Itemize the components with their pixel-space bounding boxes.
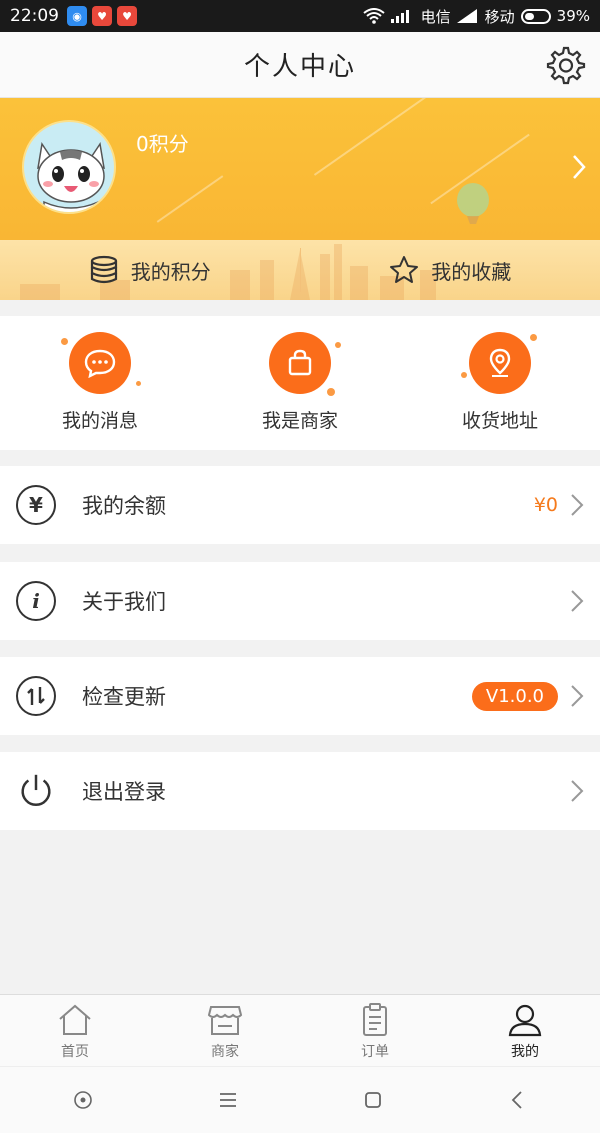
tab-orders[interactable]: 订单 <box>300 995 450 1066</box>
quick-action-address[interactable]: 收货地址 <box>400 316 600 450</box>
tab-label: 我的 <box>511 1044 539 1060</box>
message-icon <box>61 332 141 394</box>
battery-icon <box>520 8 551 24</box>
assistant-icon[interactable] <box>72 1089 94 1111</box>
my-favorites-button[interactable]: 我的收藏 <box>301 240 600 300</box>
avatar[interactable] <box>22 120 116 214</box>
shortcut-strip: 我的积分 我的收藏 <box>0 240 600 300</box>
bottom-tab-bar: 首页 商家 订单 我的 <box>0 994 600 1066</box>
power-icon <box>16 771 56 811</box>
tab-label: 商家 <box>211 1044 239 1060</box>
update-arrows-icon <box>16 676 56 716</box>
tab-home[interactable]: 首页 <box>0 995 150 1066</box>
gear-icon[interactable] <box>544 44 586 86</box>
balance-label: 我的余额 <box>82 494 166 518</box>
check-update-row[interactable]: 检查更新 V1.0.0 <box>0 657 600 735</box>
person-icon <box>508 1004 542 1037</box>
battery-percent: 39% <box>556 7 590 25</box>
back-icon[interactable] <box>507 1089 529 1111</box>
check-update-label: 检查更新 <box>82 685 166 709</box>
home-square-icon[interactable] <box>362 1089 384 1111</box>
quick-action-label: 收货地址 <box>461 410 538 432</box>
signal-icon <box>390 10 409 23</box>
quick-action-messages[interactable]: 我的消息 <box>0 316 200 450</box>
logout-label: 退出登录 <box>82 780 166 804</box>
tab-mine[interactable]: 我的 <box>450 995 600 1066</box>
quick-action-label: 我的消息 <box>61 410 138 432</box>
status-time: 22:09 <box>10 6 59 26</box>
app-notification-icon: ♥ <box>117 6 137 26</box>
cat-avatar-icon <box>37 142 105 212</box>
quick-action-merchant[interactable]: 我是商家 <box>200 316 400 450</box>
carrier-label: 电信 <box>420 7 451 26</box>
my-points-button[interactable]: 我的积分 <box>0 240 300 300</box>
tab-merchants[interactable]: 商家 <box>150 995 300 1066</box>
tab-label: 首页 <box>61 1044 89 1060</box>
signal-icon <box>456 9 477 23</box>
my-points-label: 我的积分 <box>130 259 211 284</box>
app-notification-icon: ◉ <box>67 6 87 26</box>
system-nav-bar <box>0 1066 600 1133</box>
about-row[interactable]: i 关于我们 <box>0 562 600 640</box>
chevron-right-icon <box>571 685 584 707</box>
about-label: 关于我们 <box>82 590 166 614</box>
banner-decoration <box>313 98 447 176</box>
version-badge: V1.0.0 <box>471 681 558 711</box>
chevron-right-icon <box>571 590 584 612</box>
app-notification-icon: ♥ <box>92 6 112 26</box>
chevron-right-icon <box>571 494 584 516</box>
home-icon <box>59 1004 91 1035</box>
menu-icon[interactable] <box>217 1089 239 1111</box>
info-icon: i <box>16 581 56 621</box>
chevron-right-icon[interactable] <box>572 154 586 180</box>
yuan-icon: ¥ <box>16 485 56 525</box>
clipboard-icon <box>363 1003 387 1036</box>
points-text: 0积分 <box>136 132 189 156</box>
profile-banner[interactable]: 0积分 <box>0 98 600 240</box>
page-title: 个人中心 <box>243 52 356 82</box>
wifi-icon <box>363 8 385 24</box>
quick-actions: 我的消息 我是商家 收货地址 <box>0 316 600 450</box>
carrier-label: 移动 <box>484 7 515 26</box>
tab-label: 订单 <box>361 1044 389 1060</box>
coins-icon <box>90 255 117 284</box>
status-bar: 22:09 ◉ ♥ ♥ 电信 移动 39% <box>0 0 600 32</box>
balance-row[interactable]: ¥ 我的余额 ¥0 <box>0 466 600 544</box>
chevron-right-icon <box>571 780 584 802</box>
location-pin-icon <box>461 332 537 394</box>
star-icon <box>390 256 419 283</box>
banner-decoration <box>156 175 224 223</box>
store-icon <box>207 1006 243 1035</box>
shopping-bag-icon <box>269 332 341 396</box>
my-favorites-label: 我的收藏 <box>431 259 512 284</box>
quick-action-label: 我是商家 <box>261 410 338 432</box>
balloon-decoration-icon <box>457 183 489 224</box>
logout-row[interactable]: 退出登录 <box>0 752 600 830</box>
balance-value: ¥0 <box>533 494 558 516</box>
title-bar: 个人中心 <box>0 32 600 98</box>
